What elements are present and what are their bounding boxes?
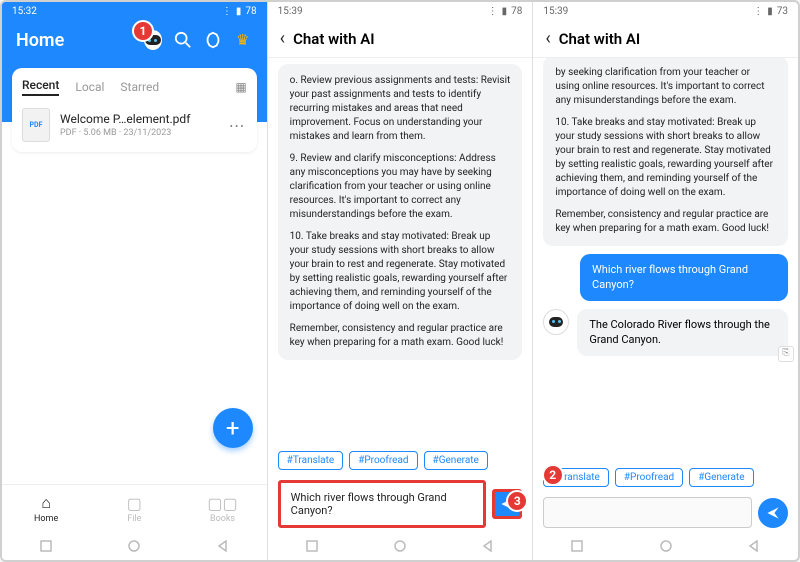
battery-icon: 78 [511,6,522,17]
crown-icon[interactable]: ♛ [233,30,253,50]
ai-answer-bubble: The Colorado River flows through the Gra… [577,309,788,356]
back-icon[interactable]: ‹ [545,28,550,49]
status-time: 15:39 [278,6,303,17]
back-button-icon[interactable] [482,537,494,556]
home-button-icon[interactable] [394,537,406,556]
recent-apps-icon[interactable] [40,537,52,556]
chip-proofread[interactable]: #Proofread [615,468,683,487]
gear-icon[interactable] [203,30,223,50]
copy-icon[interactable]: ⎘ [778,346,794,362]
home-button-icon[interactable] [660,537,672,556]
tab-local[interactable]: Local [75,80,104,94]
home-icon: ⌂ [41,493,51,513]
file-row[interactable]: PDF Welcome P…element.pdf PDF · 5.06 MB … [22,108,247,142]
status-time: 15:32 [12,6,37,17]
battery-icon: 78 [245,6,256,17]
signal-icon: ▮ [502,6,508,17]
chip-row: #Translate #Proofread #Generate [543,462,788,493]
ai-avatar-icon [543,309,569,335]
status-bar: 15:32 ⋮ ▮ 78 [2,2,267,20]
recent-apps-icon[interactable] [571,537,583,556]
back-icon[interactable]: ‹ [280,28,285,49]
back-button-icon[interactable] [748,537,760,556]
annotation-badge-1: 1 [132,20,154,42]
ai-message: o. Review previous assignments and tests… [278,64,523,360]
chat-title: Chat with AI [559,30,640,48]
tab-starred[interactable]: Starred [120,80,159,94]
add-fab-button[interactable]: + [213,408,253,448]
chip-generate[interactable]: #Generate [424,451,488,470]
grid-view-icon[interactable]: ▦ [235,80,246,94]
status-time: 15:39 [543,6,568,17]
wifi-icon: ⋮ [222,6,232,17]
pdf-thumb-icon: PDF [22,108,50,142]
search-icon[interactable] [173,30,193,50]
file-name: Welcome P…element.pdf [60,112,229,126]
file-icon: ▢ [127,494,142,513]
send-button[interactable] [758,498,788,528]
nav-books[interactable]: ▢▢Books [178,485,266,532]
chat-header: ‹ Chat with AI [268,20,533,58]
chip-row: #Translate #Proofread #Generate [278,445,523,476]
bottom-nav: ⌂Home ▢File ▢▢Books [2,484,267,532]
tab-recent[interactable]: Recent [22,78,59,96]
system-nav [2,532,267,560]
user-message: Which river flows through Grand Canyon? [580,254,788,301]
books-icon: ▢▢ [207,494,237,513]
battery-icon: 73 [777,6,788,17]
nav-file[interactable]: ▢File [90,485,178,532]
ai-response-row: The Colorado River flows through the Gra… [543,309,788,356]
ai-message: by seeking clarification from your teach… [543,58,788,246]
signal-icon: ▮ [236,6,242,17]
chat-title: Chat with AI [293,30,374,48]
file-more-icon[interactable]: ⋯ [229,116,247,135]
wifi-icon: ⋮ [753,6,763,17]
system-nav [533,532,798,560]
home-button-icon[interactable] [128,537,140,556]
chat-input[interactable] [543,497,752,528]
back-button-icon[interactable] [217,537,229,556]
nav-home[interactable]: ⌂Home [2,485,90,532]
wifi-icon: ⋮ [488,6,498,17]
signal-icon: ▮ [767,6,773,17]
chat-input[interactable]: Which river flows through Grand Canyon? [278,480,487,528]
chip-translate[interactable]: #Translate [278,451,344,470]
annotation-badge-2: 2 [542,464,564,486]
status-bar: 15:39 ⋮ ▮ 73 [533,2,798,20]
chip-proofread[interactable]: #Proofread [349,451,417,470]
chat-header: ‹ Chat with AI [533,20,798,58]
page-title: Home [16,30,133,51]
system-nav [268,532,533,560]
file-list-card: Recent Local Starred ▦ PDF Welcome P…ele… [12,68,257,152]
status-bar: 15:39 ⋮ ▮ 78 [268,2,533,20]
file-meta: PDF · 5.06 MB · 23/11/2023 [60,128,229,138]
recent-apps-icon[interactable] [306,537,318,556]
chip-generate[interactable]: #Generate [689,468,753,487]
